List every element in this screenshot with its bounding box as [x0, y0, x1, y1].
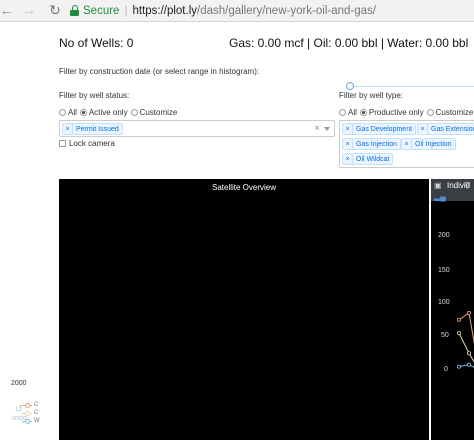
well-type-label: Filter by well type:: [339, 91, 404, 100]
remove-tag-icon[interactable]: ×: [343, 139, 353, 149]
radio-icon: [426, 109, 434, 116]
secure-label: Secure: [83, 4, 120, 17]
well-type-tag[interactable]: × Oil Wildcat: [342, 153, 394, 165]
x-tick-label: 2000: [11, 380, 27, 387]
well-status-multiselect[interactable]: × Permit Issued ×: [59, 120, 335, 137]
undo-label: undo: [11, 415, 27, 422]
well-count: No of Wells: 0: [59, 36, 134, 50]
well-status-active-option[interactable]: Active only: [79, 108, 128, 117]
series-1-point-1[interactable]: [456, 317, 461, 322]
series-line-2: [458, 332, 474, 363]
well-type-tag[interactable]: × Gas Injection: [342, 138, 401, 150]
remove-tag-icon[interactable]: ×: [63, 124, 73, 134]
series-3-point-2[interactable]: [467, 362, 472, 367]
well-status-tag[interactable]: × Permit Issued: [62, 123, 123, 135]
well-type-radio-group: All Productive only Customize: [339, 108, 474, 117]
checkbox-icon[interactable]: [59, 140, 66, 147]
series-1-point-2[interactable]: [467, 311, 472, 316]
radio-selected-icon: [79, 109, 87, 116]
lock-icon: [70, 5, 79, 16]
year-slider-handle[interactable]: [346, 82, 354, 90]
address-separator: |: [124, 4, 128, 17]
series-2-point-1[interactable]: [456, 331, 461, 336]
lock-camera-label: Lock camera: [69, 139, 115, 148]
well-type-tag[interactable]: × Oil Injection: [401, 138, 456, 150]
series-2-point-2[interactable]: [467, 351, 472, 356]
individual-well-chart[interactable]: ▣ Individ ⚲ ▂▄ 200 150 100 50 0: [431, 179, 474, 440]
radio-icon: [339, 109, 346, 116]
reload-icon[interactable]: ↻: [46, 2, 64, 20]
well-status-all-option[interactable]: All: [59, 108, 77, 117]
dropdown-caret-icon[interactable]: [324, 127, 330, 131]
remove-tag-icon[interactable]: ×: [402, 139, 412, 149]
satellite-map[interactable]: Satellite Overview: [59, 179, 429, 440]
url-domain: https://plot.ly: [132, 4, 197, 17]
chart-plot-area[interactable]: [431, 179, 474, 440]
undo-icon: ↺: [14, 404, 24, 415]
series-line-3: [458, 364, 474, 368]
address-bar[interactable]: Secure | https://plot.ly/dash/gallery/ne…: [70, 5, 376, 17]
browser-toolbar: ← → ↻ Secure | https://plot.ly/dash/gall…: [0, 0, 474, 22]
well-type-customize-option[interactable]: Customize: [426, 108, 473, 117]
year-slider-track[interactable]: [350, 86, 474, 87]
well-type-tag[interactable]: × Gas Development: [342, 123, 417, 135]
well-type-tag[interactable]: × Gas Extension: [417, 123, 474, 135]
well-status-label: Filter by well status:: [59, 91, 130, 100]
forward-arrow-icon[interactable]: →: [20, 2, 38, 20]
construction-date-label: Filter by construction date (or select r…: [59, 67, 260, 76]
series-line-1: [458, 312, 474, 345]
remove-tag-icon[interactable]: ×: [343, 154, 353, 164]
clear-all-icon[interactable]: ×: [314, 123, 320, 134]
well-type-productive-option[interactable]: Productive only: [359, 108, 424, 117]
lock-camera-toggle[interactable]: Lock camera: [59, 139, 115, 148]
remove-tag-icon[interactable]: ×: [418, 124, 428, 134]
url-path: /dash/gallery/new-york-oil-and-gas/: [197, 4, 376, 17]
remove-tag-icon[interactable]: ×: [343, 124, 353, 134]
radio-icon: [130, 109, 138, 116]
undo-button[interactable]: ↺ undo: [8, 404, 30, 422]
production-summary: Gas: 0.00 mcf | Oil: 0.00 bbl | Water: 0…: [229, 36, 469, 50]
radio-selected-icon: [359, 109, 367, 116]
series-3-point-1[interactable]: [456, 364, 461, 369]
well-status-radio-group: All Active only Customize: [59, 108, 180, 117]
well-type-all-option[interactable]: All: [339, 108, 357, 117]
well-status-customize-option[interactable]: Customize: [130, 108, 177, 117]
well-type-multiselect[interactable]: × Gas Development × Gas Extension × Gas …: [339, 120, 474, 168]
map-title: Satellite Overview: [211, 183, 277, 192]
back-arrow-icon[interactable]: ←: [0, 2, 15, 20]
radio-icon: [59, 109, 66, 116]
